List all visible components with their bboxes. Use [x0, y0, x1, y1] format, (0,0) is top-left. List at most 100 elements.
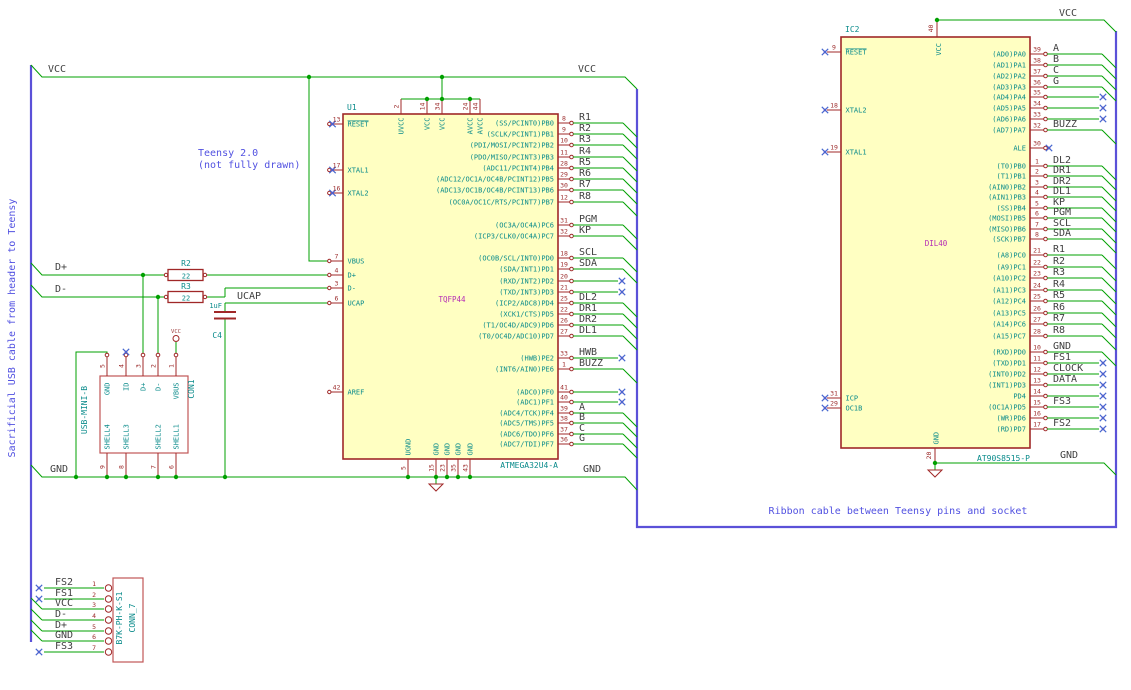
net-label: A: [1053, 43, 1059, 54]
pin-end: [1043, 194, 1048, 200]
pin-name: (T1/OC4D/ADC9)PD6: [482, 322, 554, 330]
pin-number: 1: [92, 580, 96, 588]
net-label: FS3: [1053, 396, 1071, 407]
pin-number: 3: [135, 364, 143, 368]
u1-ref: U1: [347, 103, 357, 112]
pin-end: [1043, 163, 1048, 169]
pin-end: [1043, 321, 1048, 327]
pin-name: (ADC11/PCINT4)PB4: [482, 165, 554, 173]
pin-name: GND: [933, 432, 941, 445]
pin-number: 25: [1033, 293, 1041, 301]
pin-end: [1043, 215, 1048, 221]
net-label: G: [1053, 76, 1059, 87]
pin-name: (TXD/INT3)PD3: [499, 289, 554, 297]
r2-ref: R2: [181, 259, 191, 268]
wire-junction: [155, 474, 161, 480]
r2-terminal: [163, 272, 169, 278]
c4-ref: C4: [212, 331, 222, 340]
pin-number: 29: [830, 400, 838, 408]
pin-name: VBUS: [173, 383, 181, 400]
pin-name: (ICP2/ADC8)PD4: [495, 300, 554, 308]
pin-end: [569, 176, 574, 182]
pin-end: [569, 187, 574, 193]
pin-end: [327, 272, 332, 278]
pin-number: 27: [560, 328, 568, 336]
conn7-pin-circle: [104, 595, 113, 603]
r3-ref: R3: [181, 282, 191, 291]
pin-number: 35: [1033, 89, 1041, 97]
conn7-pin-circle: [104, 648, 113, 656]
net-label: R8: [1053, 325, 1065, 336]
pin-number: 43: [462, 464, 470, 472]
pin-name: (AIN1)PB3: [988, 194, 1026, 202]
pin-number: 3: [1035, 179, 1039, 187]
net-label: DR1: [1053, 165, 1071, 176]
pin-end: [569, 355, 574, 361]
r3-terminal: [202, 294, 208, 300]
pin-number: 37: [1033, 68, 1041, 76]
wire-junction: [173, 474, 179, 480]
pin-end: [569, 165, 574, 171]
pin-end: [569, 289, 574, 295]
pin-name: UVCC: [398, 118, 406, 135]
pin-name: RESET: [846, 49, 868, 57]
conn7-pin-circle: [104, 584, 113, 592]
pin-end: [1043, 393, 1048, 399]
pin-end: [327, 300, 332, 306]
note-sacrificial-cable: Sacrificial USB cable from header to Tee…: [7, 199, 18, 458]
wire-junction: [439, 74, 445, 80]
pin-number: 5: [99, 364, 107, 368]
pin-end: [569, 311, 574, 317]
pin-end: [1043, 349, 1048, 355]
pin-name: XTAL1: [348, 167, 369, 175]
pin-name: XTAL2: [348, 190, 369, 198]
pin-end: [569, 222, 574, 228]
pin-number: 6: [168, 465, 176, 469]
pin-number: 7: [1035, 221, 1039, 229]
r2-value: 22: [182, 273, 190, 281]
pin-end: [569, 142, 574, 148]
net-label: DATA: [1053, 374, 1077, 385]
pin-name: (INT0)PD2: [988, 371, 1026, 379]
pin-name: (SS)PB4: [996, 205, 1026, 213]
wire-junction: [444, 474, 450, 480]
pin-end: [1043, 173, 1048, 179]
pin-number: 28: [1033, 328, 1041, 336]
pin-name: (AD1)PA1: [992, 62, 1026, 70]
pin-name: (ADC6/TDO)PF6: [499, 431, 554, 439]
pin-end: [1043, 127, 1048, 133]
pin-number: 4: [335, 267, 339, 275]
pin-end: [1043, 264, 1048, 270]
pin-name: (A13)PC5: [992, 310, 1026, 318]
pin-number: 35: [450, 464, 458, 472]
net-label: R2: [579, 123, 591, 134]
pin-name: (A14)PC6: [992, 321, 1026, 329]
net-label: DL1: [1053, 186, 1071, 197]
wire-junction: [424, 96, 430, 102]
pin-end: [569, 389, 574, 395]
pin-number: 38: [560, 415, 568, 423]
pin-end: [569, 333, 574, 339]
pin-name: AREF: [348, 389, 365, 397]
pin-end: [1043, 105, 1048, 111]
pin-number: 1: [168, 364, 176, 368]
pin-end: [155, 352, 161, 358]
pin-end: [327, 285, 332, 291]
pin-number: 8: [562, 115, 566, 123]
r2-terminal: [202, 272, 208, 278]
pin-number: 2: [1035, 168, 1039, 176]
net-label: B: [1053, 54, 1059, 65]
pin-number: 23: [1033, 270, 1041, 278]
pin-name: (SS/PCINT0)PB0: [495, 120, 554, 128]
pin-number: 30: [1033, 140, 1041, 148]
pin-number: 13: [333, 116, 341, 124]
pin-name: GND: [455, 443, 463, 456]
pin-name: (SCLK/PCINT1)PB1: [487, 131, 554, 139]
pin-name: VCC: [424, 118, 432, 131]
pin-name: GND: [104, 383, 112, 396]
conn7-ref: CONN_7: [128, 603, 137, 632]
pin-name: (AD5)PA5: [992, 105, 1026, 113]
pin-number: 14: [419, 103, 427, 111]
pin-number: 37: [560, 426, 568, 434]
wire-junction: [433, 474, 439, 480]
